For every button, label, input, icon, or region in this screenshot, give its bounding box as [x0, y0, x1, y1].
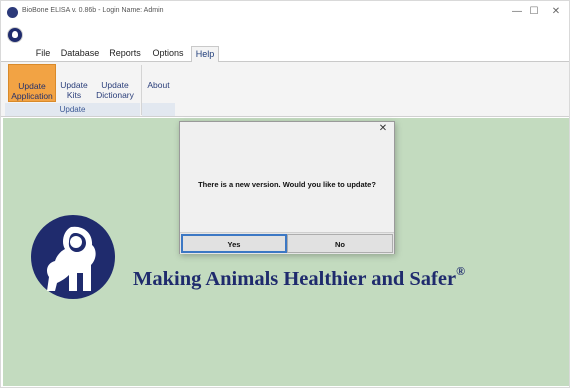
- dialog-message: There is a new version. Would you like t…: [198, 180, 376, 189]
- window-title: BioBone ELISA v. 0.86b - Login Name: Adm…: [22, 7, 164, 14]
- update-kits-label-2: Kits: [66, 90, 82, 100]
- app-window: BioBone ELISA v. 0.86b - Login Name: Adm…: [0, 0, 570, 388]
- update-application-button[interactable]: Update Application: [8, 64, 56, 102]
- close-window-button[interactable]: ✕: [545, 4, 567, 20]
- dialog-close-button[interactable]: ✕: [376, 123, 390, 135]
- app-logo-icon: [7, 7, 18, 18]
- about-label: About: [147, 80, 170, 90]
- update-dictionary-label-2: Dictionary: [96, 90, 134, 100]
- quick-access-bar: [1, 23, 569, 43]
- about-button[interactable]: About: [142, 64, 175, 102]
- no-button[interactable]: No: [287, 234, 393, 253]
- update-kits-button[interactable]: Update Kits: [57, 64, 91, 102]
- tab-file[interactable]: File: [31, 46, 55, 62]
- ribbon-tabs: File Database Reports Options Help: [1, 43, 569, 62]
- update-application-label-2: Application: [11, 91, 53, 101]
- update-application-label-1: Update: [18, 81, 46, 91]
- update-dialog: ✕ There is a new version. Would you like…: [179, 121, 395, 254]
- update-kits-label-1: Update: [60, 80, 88, 90]
- application-menu-icon[interactable]: [7, 27, 23, 43]
- tab-database[interactable]: Database: [59, 46, 101, 62]
- registered-mark: ®: [456, 264, 466, 278]
- update-dictionary-label-1: Update: [101, 80, 129, 90]
- dialog-button-bar: Yes No: [180, 232, 394, 254]
- tab-reports[interactable]: Reports: [106, 46, 144, 62]
- ribbon-panel: Update Application Update Kits Update Di…: [1, 62, 569, 117]
- update-dictionary-button[interactable]: Update Dictionary: [93, 64, 137, 102]
- about-group-label: [142, 103, 175, 116]
- slogan-text: Making Animals Healthier and Safer: [133, 268, 457, 290]
- lion-logo-icon: [31, 215, 115, 299]
- tab-help[interactable]: Help: [191, 46, 219, 62]
- update-group-label: Update: [5, 103, 140, 116]
- title-bar: BioBone ELISA v. 0.86b - Login Name: Adm…: [1, 1, 569, 23]
- tab-options[interactable]: Options: [149, 46, 187, 62]
- yes-button[interactable]: Yes: [181, 234, 287, 253]
- brand-slogan: Making Animals Healthier and Safer®: [133, 264, 465, 291]
- maximize-button[interactable]: ☐: [523, 4, 545, 20]
